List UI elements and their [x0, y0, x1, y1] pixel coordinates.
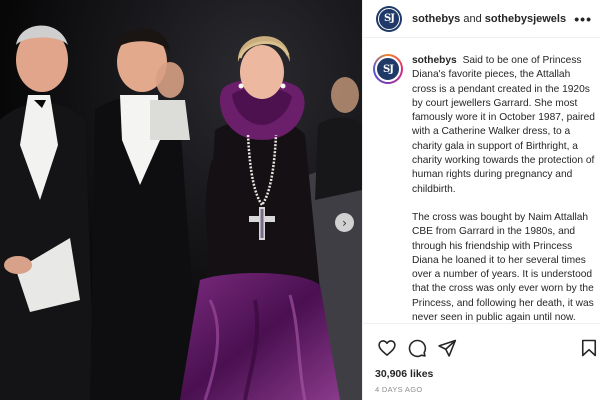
caption-paragraph-1: sothebys Said to be one of Princess Dian…	[412, 54, 595, 197]
caption-section: SJ sothebys Said to be one of Princess D…	[363, 44, 600, 322]
next-image-button[interactable]: ›	[335, 213, 354, 232]
caption-avatar[interactable]: SJ	[373, 54, 403, 84]
event-photograph	[0, 0, 362, 400]
caption-text: sothebys Said to be one of Princess Dian…	[412, 54, 595, 322]
caption-row: SJ sothebys Said to be one of Princess D…	[363, 44, 600, 322]
comment-button[interactable]	[405, 337, 429, 359]
share-button[interactable]	[435, 337, 459, 359]
caption-username-link[interactable]: sothebys	[412, 55, 457, 66]
avatar-logo-text: SJ	[384, 13, 395, 24]
comment-icon	[408, 339, 427, 358]
heart-icon	[378, 340, 396, 356]
account-avatar[interactable]: SJ	[376, 5, 402, 32]
post-header: SJ sothebys and sothebysjewels •••	[363, 0, 600, 38]
chevron-right-icon: ›	[342, 215, 347, 230]
save-button[interactable]	[577, 337, 600, 359]
action-bar	[363, 324, 600, 360]
account-username-link[interactable]: sothebys	[412, 13, 460, 25]
caption-paragraph-2: The cross was bought by Naim Attallah CB…	[412, 211, 594, 322]
caption-paragraph-1-text: Said to be one of Princess Diana's favor…	[412, 55, 595, 195]
header-account-names: sothebys and sothebysjewels	[412, 13, 566, 25]
instagram-post: › SJ sothebys and sothebysjewels ••• SJ	[0, 0, 600, 400]
avatar-logo: SJ	[378, 7, 400, 30]
header-conjunction: and	[463, 12, 482, 25]
post-details-panel: SJ sothebys and sothebysjewels ••• SJ so…	[362, 0, 600, 400]
post-date[interactable]: 4 DAYS AGO	[363, 380, 600, 394]
like-button[interactable]	[375, 337, 399, 359]
likes-count[interactable]: 30,906 likes	[363, 360, 600, 380]
post-photo[interactable]: ›	[0, 0, 362, 400]
caption-avatar-logo-text: SJ	[383, 63, 394, 75]
caption-avatar-logo: SJ	[375, 56, 401, 82]
more-horizontal-icon[interactable]: •••	[574, 11, 592, 27]
post-footer: 30,906 likes 4 DAYS AGO	[363, 323, 600, 400]
collaborator-username-link[interactable]: sothebysjewels	[485, 13, 566, 25]
bookmark-icon	[581, 339, 597, 357]
send-icon	[438, 339, 457, 357]
